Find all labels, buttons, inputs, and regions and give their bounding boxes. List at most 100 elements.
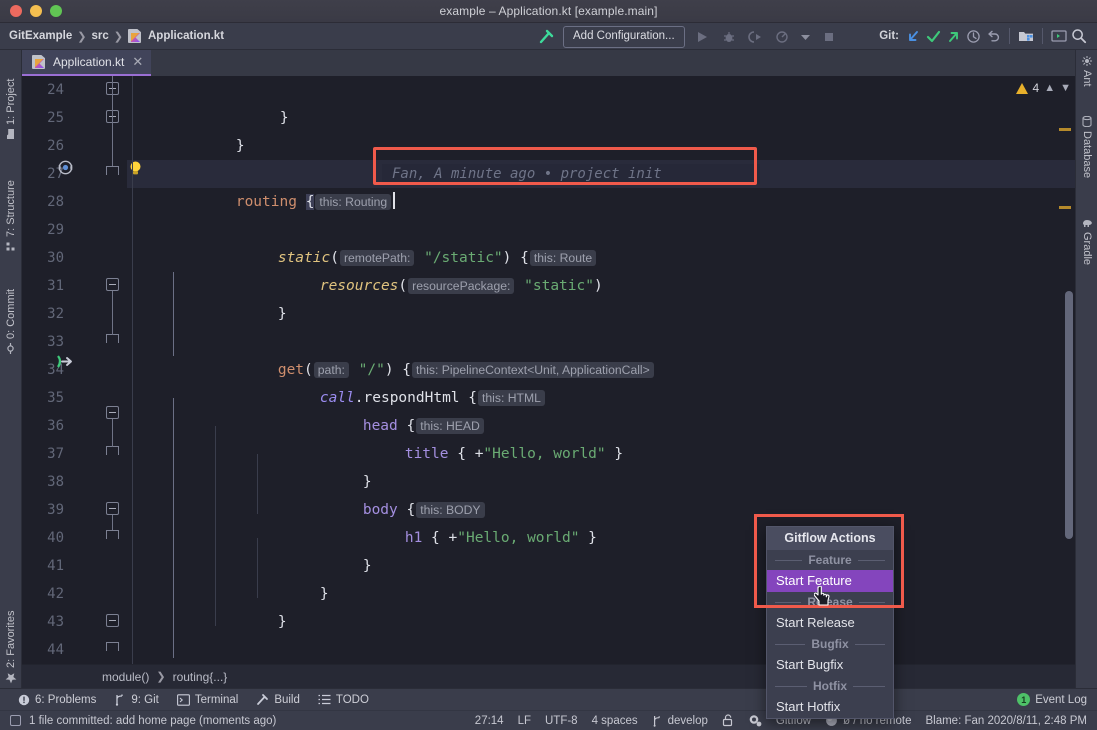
project-folder-icon	[6, 129, 17, 139]
run-icon[interactable]	[692, 27, 712, 47]
sidebar-item-favorites-label: 2: Favorites	[5, 610, 17, 668]
inspections-widget-icon[interactable]	[748, 714, 762, 727]
fold-marker[interactable]	[106, 166, 119, 179]
popup-separator-hotfix: Hotfix	[767, 676, 893, 696]
bottom-item-todo[interactable]: TODO	[318, 694, 369, 706]
notification-icon[interactable]	[10, 715, 21, 726]
kotlin-file-icon	[32, 55, 45, 69]
bottom-item-git[interactable]: 9: Git	[114, 693, 159, 706]
bottom-item-todo-label: TODO	[335, 693, 369, 706]
sidebar-item-commit[interactable]: 0: Commit	[0, 266, 22, 354]
indent-widget[interactable]: 4 spaces	[592, 715, 638, 727]
bottom-tool-window-bar: 6: Problems 9: Git Terminal Build TODO 1…	[0, 688, 1097, 710]
line-number: 37	[47, 446, 64, 462]
code-line-41: }	[319, 586, 329, 602]
popup-separator-feature: Feature	[767, 550, 893, 570]
project-structure-icon[interactable]	[1016, 26, 1036, 46]
sidebar-item-structure[interactable]: 7: Structure	[0, 155, 22, 251]
breadcrumb-routing[interactable]: routing{...}	[173, 670, 228, 684]
event-log-count-badge: 1	[1017, 693, 1031, 706]
breadcrumb-src[interactable]: src	[92, 30, 109, 42]
encoding-widget[interactable]: UTF-8	[545, 715, 578, 727]
code-line-33: get(path: "/") {this: PipelineContext<Un…	[208, 328, 655, 378]
bottom-item-terminal[interactable]: Terminal	[176, 694, 238, 706]
git-history-icon[interactable]	[963, 26, 983, 46]
popup-separator-release: Release	[767, 592, 893, 612]
fold-marker[interactable]	[106, 278, 119, 291]
debug-icon[interactable]	[719, 27, 739, 47]
code-text-area[interactable]: } } routing {this: Routing static(remote…	[127, 76, 1075, 664]
fold-marker[interactable]	[106, 502, 119, 515]
warning-count: 4	[1032, 81, 1040, 95]
git-rollback-icon[interactable]	[983, 26, 1003, 46]
git-push-icon[interactable]	[943, 26, 963, 46]
close-icon[interactable]: ✕	[132, 54, 143, 70]
profile-icon[interactable]	[773, 27, 793, 47]
chevron-down-icon[interactable]	[800, 27, 812, 47]
popup-item-start-feature[interactable]: Start Feature	[767, 570, 893, 592]
toolbar-divider	[1009, 28, 1010, 44]
unlocked-icon[interactable]	[722, 714, 734, 727]
title-bar: example – Application.kt [example.main]	[0, 0, 1097, 23]
database-icon	[1082, 116, 1092, 127]
sidebar-item-favorites[interactable]: 2: Favorites	[0, 584, 22, 684]
editor-scrollbar-track[interactable]	[1063, 76, 1073, 664]
search-everywhere-icon[interactable]	[1069, 26, 1089, 46]
status-bar: 1 file committed: add home page (moments…	[0, 710, 1097, 730]
build-hammer-icon	[256, 693, 269, 706]
gitflow-actions-popup[interactable]: Gitflow Actions Feature Start Feature Re…	[766, 526, 894, 719]
breadcrumb-file[interactable]: Application.kt	[148, 30, 224, 42]
status-message-group[interactable]: 1 file committed: add home page (moments…	[10, 715, 276, 727]
sidebar-item-gradle[interactable]: Gradle	[1076, 218, 1097, 286]
editor-breadcrumb: module() ❯ routing{...}	[22, 664, 1075, 688]
line-separator-widget[interactable]: LF	[518, 715, 531, 727]
code-line-37: }	[362, 474, 372, 490]
code-editor[interactable]: 24 25 26 27 28 29 30 31 32 33 34 35 36 3…	[22, 76, 1075, 664]
branch-widget[interactable]: develop	[652, 715, 708, 727]
build-hammer-icon[interactable]	[536, 27, 556, 47]
bottom-item-problems[interactable]: 6: Problems	[18, 694, 96, 706]
event-log-button[interactable]: 1 Event Log	[1017, 693, 1087, 706]
run-test-gutter-icon[interactable]	[56, 158, 75, 177]
ant-icon	[1082, 56, 1092, 66]
run-with-coverage-icon[interactable]	[746, 27, 766, 47]
sidebar-item-ant[interactable]: Ant	[1076, 56, 1097, 100]
stop-icon[interactable]	[819, 27, 839, 47]
popup-item-start-hotfix[interactable]: Start Hotfix	[767, 696, 893, 718]
popup-title: Gitflow Actions	[767, 527, 893, 550]
sidebar-item-structure-label: 7: Structure	[5, 180, 17, 237]
fold-marker[interactable]	[106, 614, 119, 627]
code-line-40: }	[362, 558, 372, 574]
sidebar-item-gradle-label: Gradle	[1081, 232, 1093, 266]
terminal-icon[interactable]	[1049, 26, 1069, 46]
fold-marker[interactable]	[106, 406, 119, 419]
popup-item-start-release[interactable]: Start Release	[767, 612, 893, 634]
line-number: 40	[47, 530, 64, 546]
add-configuration-button[interactable]: Add Configuration...	[563, 25, 685, 48]
breadcrumb-separator: ❯	[113, 30, 123, 43]
caret-position-widget[interactable]: 27:14	[475, 715, 504, 727]
gradle-elephant-icon	[1082, 218, 1093, 228]
inline-blame-annotation[interactable]: Fan, A minute ago • project init	[382, 164, 760, 184]
blame-widget[interactable]: Blame: Fan 2020/8/11, 2:48 PM	[925, 715, 1087, 727]
line-number: 36	[47, 418, 64, 434]
editor-scrollbar-thumb[interactable]	[1065, 291, 1073, 539]
sidebar-item-database[interactable]: Database	[1076, 116, 1097, 202]
git-commit-icon[interactable]	[923, 26, 943, 46]
git-update-icon[interactable]	[903, 26, 923, 46]
override-method-gutter-icon[interactable]	[54, 352, 76, 371]
breadcrumb-module[interactable]: module()	[102, 670, 149, 684]
bottom-item-build[interactable]: Build	[256, 693, 300, 706]
git-branch-icon	[114, 693, 126, 706]
code-line-30: resources(resourcePackage: "static")	[319, 278, 603, 294]
sidebar-item-project[interactable]: 1: Project	[0, 55, 22, 139]
inlay-hint: resourcePackage:	[408, 278, 515, 294]
tab-application-kt[interactable]: Application.kt ✕	[22, 50, 152, 76]
fold-marker[interactable]	[106, 334, 119, 347]
breadcrumb-project[interactable]: GitExample	[9, 30, 72, 42]
editor-gutter[interactable]: 24 25 26 27 28 29 30 31 32 33 34 35 36 3…	[22, 76, 141, 664]
popup-item-start-bugfix[interactable]: Start Bugfix	[767, 654, 893, 676]
chevron-up-icon[interactable]: ▲	[1044, 82, 1055, 94]
code-line-36: title { +"Hello, world" }	[404, 446, 624, 462]
toolbar-divider	[1042, 28, 1043, 44]
